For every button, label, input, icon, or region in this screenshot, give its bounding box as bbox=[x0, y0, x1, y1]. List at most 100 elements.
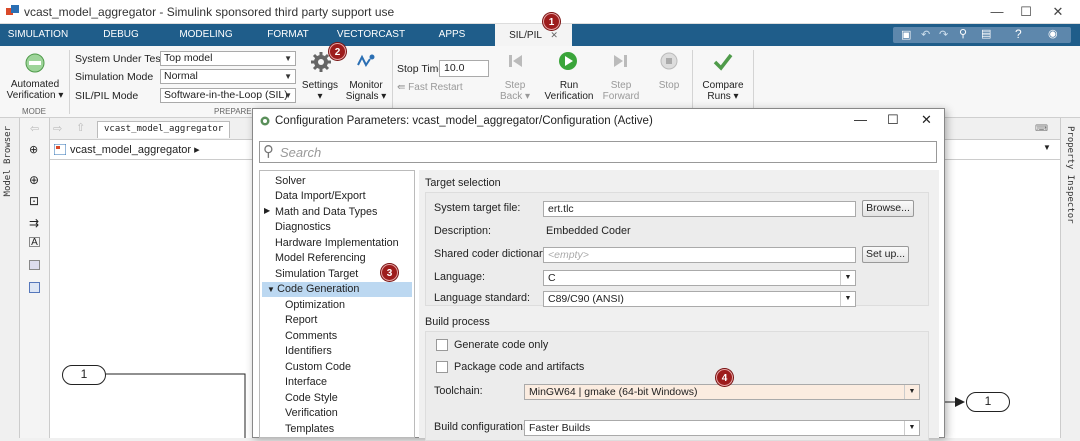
chevron-down-icon: ▼ bbox=[284, 72, 292, 81]
automated-verification-button[interactable]: Automated Verification ▾ bbox=[3, 79, 67, 101]
undo-icon[interactable]: ↶ bbox=[921, 28, 930, 41]
model-tab[interactable]: vcast_model_aggregator bbox=[97, 121, 231, 138]
tree-item-report[interactable]: Report bbox=[285, 313, 317, 328]
area-icon[interactable] bbox=[29, 282, 40, 293]
outport-block[interactable]: 1 bbox=[966, 392, 1010, 412]
tab-debug[interactable]: DEBUG bbox=[86, 24, 156, 46]
silpil-mode-select[interactable]: Software-in-the-Loop (SIL) ▼ bbox=[160, 88, 296, 103]
tab-vectorcast[interactable]: VECTORCAST bbox=[330, 24, 412, 46]
quick-access-toolbar: ▣ ↶ ↷ ⚲ ▤ ? ◉ bbox=[893, 27, 1071, 43]
callout-badge-3: 3 bbox=[381, 264, 398, 281]
redo-icon[interactable]: ↷ bbox=[939, 28, 948, 41]
tree-item-verification[interactable]: Verification bbox=[285, 406, 338, 421]
toolchain-select[interactable]: MinGW64 | gmake (64-bit Windows) ▼ bbox=[524, 384, 920, 400]
tree-item-interface[interactable]: Interface bbox=[285, 375, 327, 390]
property-inspector-tab[interactable]: Property Inspector bbox=[1065, 126, 1075, 224]
options-icon[interactable]: ◉ bbox=[1048, 27, 1058, 40]
system-under-test-select[interactable]: Top model ▼ bbox=[160, 51, 296, 66]
tab-simulation[interactable]: SIMULATION bbox=[0, 24, 76, 46]
maximize-icon[interactable]: ☐ bbox=[1015, 2, 1037, 22]
set-up-button[interactable]: Set up... bbox=[862, 246, 909, 263]
tree-item-code-style[interactable]: Code Style bbox=[285, 391, 338, 406]
tree-item-hardware-implementation[interactable]: Hardware Implementation bbox=[275, 236, 399, 251]
back-icon[interactable]: ⇦ bbox=[30, 122, 39, 135]
model-browser-strip: Model Browser bbox=[0, 118, 20, 438]
fit-view-icon[interactable]: ⊡ bbox=[29, 194, 39, 208]
package-code-checkbox[interactable] bbox=[436, 361, 448, 373]
save-icon[interactable]: ▣ bbox=[901, 28, 911, 41]
minimize-icon[interactable]: — bbox=[854, 112, 867, 127]
compare-label-2: Runs ▾ bbox=[707, 91, 739, 102]
language-select[interactable]: C ▼ bbox=[543, 270, 856, 286]
tree-item-comments[interactable]: Comments bbox=[285, 329, 337, 344]
close-icon[interactable]: ✕ bbox=[1047, 2, 1069, 22]
tree-item-diagnostics[interactable]: Diagnostics bbox=[275, 220, 331, 235]
tree-item-data-import-export[interactable]: Data Import/Export bbox=[275, 189, 366, 204]
chevron-down-icon: ▼ bbox=[904, 385, 919, 399]
build-process-heading: Build process bbox=[425, 316, 490, 328]
gear-icon bbox=[311, 52, 331, 72]
system-under-test-value: Top model bbox=[164, 52, 213, 64]
stop-time-input[interactable]: 10.0 bbox=[439, 60, 489, 77]
tree-item-solver[interactable]: Solver bbox=[275, 174, 306, 189]
compare-runs-button[interactable]: Compare Runs ▾ bbox=[697, 80, 749, 102]
expand-arrow-icon[interactable]: ▶ bbox=[264, 206, 270, 215]
maximize-icon[interactable]: ☐ bbox=[887, 112, 899, 128]
minimize-icon[interactable]: — bbox=[986, 2, 1008, 22]
monitor-signals-button[interactable]: Monitor Signals ▾ bbox=[344, 80, 388, 102]
keyboard-icon[interactable]: ⌨ bbox=[1035, 123, 1048, 134]
generate-code-only-checkbox[interactable] bbox=[436, 339, 448, 351]
language-label: Language: bbox=[434, 271, 486, 283]
step-back-button[interactable]: Step Back ▾ bbox=[494, 80, 536, 102]
search-field[interactable]: ⚲ Search bbox=[259, 141, 937, 163]
forward-icon[interactable]: ⇨ bbox=[53, 122, 62, 135]
step-forward-icon bbox=[614, 55, 627, 67]
settings-button[interactable]: Settings bbox=[300, 80, 340, 91]
annotation-icon[interactable]: A bbox=[29, 237, 40, 248]
find-icon[interactable]: ⚲ bbox=[959, 27, 967, 40]
tab-close-icon[interactable]: ✕ bbox=[550, 30, 558, 40]
layout-icon[interactable]: ▤ bbox=[981, 27, 991, 40]
shared-coder-dictionary-input[interactable]: <empty> bbox=[543, 247, 856, 263]
tree-item-templates[interactable]: Templates bbox=[285, 422, 334, 437]
stop-button[interactable]: Stop bbox=[651, 80, 687, 91]
simulation-mode-select[interactable]: Normal ▼ bbox=[160, 69, 296, 84]
tree-item-optimization[interactable]: Optimization bbox=[285, 298, 345, 313]
canvas-toolbar: ⊕ ⊕ ⊡ ⇉ A bbox=[20, 118, 50, 438]
step-forward-button[interactable]: Step Forward bbox=[598, 80, 644, 102]
tab-silpil[interactable]: SIL/PIL ✕ bbox=[495, 24, 572, 46]
package-code-label: Package code and artifacts bbox=[454, 361, 585, 373]
search-placeholder: Search bbox=[280, 145, 322, 160]
help-icon[interactable]: ? bbox=[1015, 27, 1022, 41]
fast-restart-button[interactable]: ⇚ Fast Restart bbox=[397, 82, 463, 93]
build-configuration-select[interactable]: Faster Builds ▼ bbox=[524, 420, 920, 436]
section-label-prepare: PREPARE bbox=[214, 107, 252, 116]
address-path[interactable]: vcast_model_aggregator ▸ bbox=[70, 143, 200, 156]
system-target-file-input[interactable]: ert.tlc bbox=[543, 201, 856, 217]
tree-item-identifiers[interactable]: Identifiers bbox=[285, 344, 332, 359]
tree-item-simulation-target[interactable]: Simulation Target bbox=[275, 267, 358, 282]
tab-apps[interactable]: APPS bbox=[424, 24, 480, 46]
hide-browser-icon[interactable]: ⊕ bbox=[29, 143, 38, 156]
tree-item-custom-code[interactable]: Custom Code bbox=[285, 360, 351, 375]
system-target-file-label: System target file: bbox=[434, 202, 521, 214]
tree-item-code-generation[interactable]: ▼ Code Generation bbox=[262, 282, 412, 297]
image-icon[interactable] bbox=[29, 260, 40, 270]
run-verification-button[interactable]: Run Verification bbox=[541, 80, 597, 102]
tree-item-model-referencing[interactable]: Model Referencing bbox=[275, 251, 366, 266]
step-back-label: Step bbox=[504, 80, 526, 91]
language-standard-select[interactable]: C89/C90 (ANSI) ▼ bbox=[543, 291, 856, 307]
browse-button[interactable]: Browse... bbox=[862, 200, 914, 217]
tab-format[interactable]: FORMAT bbox=[256, 24, 320, 46]
close-icon[interactable]: ✕ bbox=[921, 112, 932, 128]
chevron-down-icon[interactable]: ▼ bbox=[1043, 143, 1051, 152]
arrow-icon[interactable]: ⇉ bbox=[29, 216, 39, 230]
tab-modeling[interactable]: MODELING bbox=[168, 24, 244, 46]
model-browser-tab[interactable]: Model Browser bbox=[3, 126, 13, 196]
tree-item-math-data-types[interactable]: Math and Data Types bbox=[275, 205, 377, 220]
simulation-mode-label: Simulation Mode bbox=[75, 71, 154, 83]
zoom-icon[interactable]: ⊕ bbox=[29, 173, 39, 187]
up-icon[interactable]: ⇧ bbox=[76, 121, 85, 134]
step-back-label-2: Back ▾ bbox=[499, 91, 531, 102]
signals-label: Signals ▾ bbox=[345, 91, 387, 102]
